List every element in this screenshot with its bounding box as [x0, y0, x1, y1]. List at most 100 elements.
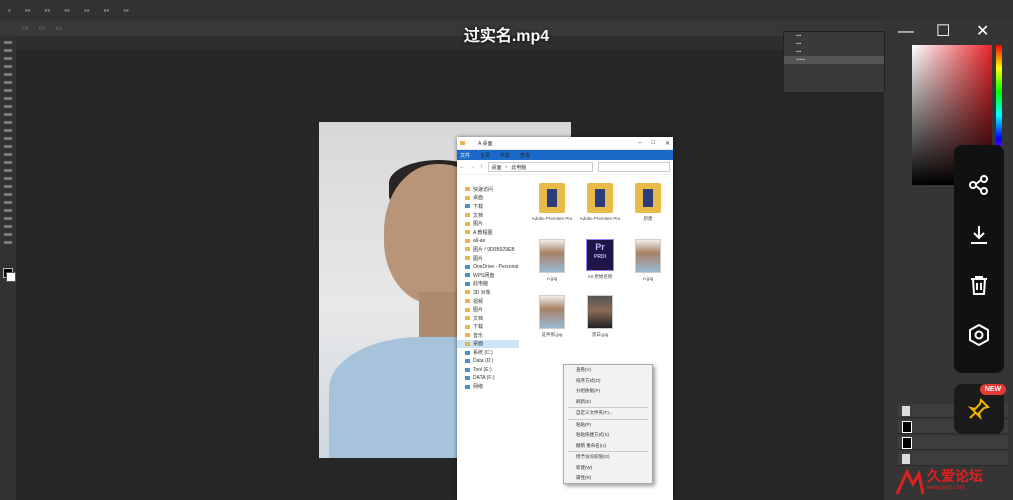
nav-item[interactable]: 此电脑 — [457, 280, 519, 289]
tool-button[interactable] — [4, 97, 12, 100]
forward-icon[interactable]: → — [470, 164, 475, 170]
tool-button[interactable] — [4, 105, 12, 108]
history-state-active[interactable]: ▪▪▪▪▪ — [784, 56, 884, 64]
nav-item[interactable]: 系统 (C:) — [457, 348, 519, 357]
nav-item[interactable]: 下载 — [457, 202, 519, 211]
tool-button[interactable] — [4, 169, 12, 172]
back-icon[interactable]: ← — [460, 164, 465, 170]
nav-item[interactable]: 图片 — [457, 254, 519, 263]
tool-button[interactable] — [4, 241, 12, 244]
file-item[interactable]: 新建 — [627, 183, 669, 222]
tool-button[interactable] — [4, 177, 12, 180]
tool-button[interactable] — [4, 81, 12, 84]
tool-button[interactable] — [4, 129, 12, 132]
maximize-video-button[interactable]: ☐ — [936, 24, 950, 40]
maximize-button[interactable]: □ — [651, 140, 655, 147]
context-menu-item[interactable]: 撤销 重命名(U) — [564, 441, 652, 452]
breadcrumb-pc[interactable]: 此电脑 — [511, 164, 526, 171]
nav-item[interactable]: DATA (F:) — [457, 374, 519, 383]
menu-item[interactable]: ▪▪ — [45, 6, 51, 15]
tool-button[interactable] — [4, 233, 12, 236]
context-menu-item[interactable]: 粘贴(P) — [564, 420, 652, 431]
menu-item[interactable]: ▪▪ — [25, 6, 31, 15]
context-menu-item[interactable]: 分组依据(P) — [564, 386, 652, 397]
tool-button[interactable] — [4, 57, 12, 60]
up-icon[interactable]: ↑ — [480, 164, 483, 170]
context-menu-item[interactable]: 刷新(E) — [564, 397, 652, 408]
nav-item[interactable]: 3D 对象 — [457, 288, 519, 297]
tool-button[interactable] — [4, 185, 12, 188]
menu-item[interactable]: ▪▪ — [64, 6, 70, 15]
tool-button[interactable] — [4, 121, 12, 124]
search-input[interactable] — [598, 162, 670, 172]
download-button[interactable] — [954, 215, 1004, 255]
nav-item[interactable]: 文档 — [457, 314, 519, 323]
context-menu-item[interactable]: 排序方式(O) — [564, 376, 652, 387]
ribbon-tab-file[interactable]: 文件 — [460, 152, 470, 159]
share-button[interactable] — [954, 165, 1004, 205]
nav-item[interactable]: 视频 — [457, 297, 519, 306]
nav-item[interactable]: 桌面 — [457, 194, 519, 203]
menu-item[interactable]: ▪▪ — [123, 6, 129, 15]
file-item[interactable]: A.jpg — [531, 239, 573, 282]
tool-button[interactable] — [4, 201, 12, 204]
context-menu-item[interactable]: 自定义文件夹(F)... — [564, 408, 652, 419]
tool-button[interactable] — [4, 89, 12, 92]
ribbon-tab-share[interactable]: 共享 — [500, 152, 510, 159]
nav-item[interactable]: A 教程图 — [457, 228, 519, 237]
nav-item[interactable]: WPS网盘 — [457, 271, 519, 280]
tool-button[interactable] — [4, 113, 12, 116]
layer-row[interactable] — [898, 436, 1008, 450]
nav-item[interactable]: 音乐 — [457, 331, 519, 340]
menu-item[interactable]: ▪▪ — [104, 6, 110, 15]
context-menu-item[interactable]: 查看(V) — [564, 365, 652, 376]
nav-item[interactable]: 快速访问 — [457, 185, 519, 194]
file-item[interactable]: Pr PRDI A0 原始名称 — [579, 239, 621, 280]
close-button[interactable]: ✕ — [665, 140, 670, 147]
background-color-swatch[interactable] — [6, 272, 16, 282]
nav-item[interactable]: Data (D:) — [457, 357, 519, 366]
nav-item[interactable]: Tool (E:) — [457, 365, 519, 374]
nav-item[interactable]: OneDrive - Personal — [457, 262, 519, 271]
context-menu-item[interactable]: 粘贴快捷方式(S) — [564, 430, 652, 441]
ribbon-tab-home[interactable]: 主页 — [480, 152, 490, 159]
tool-button[interactable] — [4, 49, 12, 52]
tool-button[interactable] — [4, 73, 12, 76]
file-item[interactable]: 证件照.jpg — [531, 295, 573, 338]
history-state[interactable]: ▪▪▪ — [784, 48, 884, 56]
tool-button[interactable] — [4, 193, 12, 196]
tool-button[interactable] — [4, 145, 12, 148]
nav-item[interactable]: 图片 / 9D0B929EB — [457, 245, 519, 254]
address-bar[interactable]: 桌面 › 此电脑 — [487, 162, 593, 172]
tool-button[interactable] — [4, 161, 12, 164]
context-menu-item[interactable]: 新建(W) — [564, 463, 652, 474]
tool-button[interactable] — [4, 217, 12, 220]
ribbon-tab-view[interactable]: 查看 — [520, 152, 530, 159]
breadcrumb-desktop[interactable]: 桌面 — [492, 164, 502, 171]
menu-item[interactable]: ▪▪ — [84, 6, 90, 15]
nav-item[interactable]: 文档 — [457, 211, 519, 220]
nav-item[interactable]: all-ae — [457, 237, 519, 246]
nav-item[interactable]: 桌面 — [457, 339, 519, 349]
minimize-button[interactable]: – — [638, 140, 641, 147]
nav-item[interactable]: 图片 — [457, 219, 519, 228]
context-menu-item[interactable]: 属性(R) — [564, 473, 652, 484]
delete-button[interactable] — [954, 265, 1004, 305]
minimize-video-button[interactable]: — — [898, 24, 914, 40]
tool-button[interactable] — [4, 65, 12, 68]
tool-button[interactable] — [4, 225, 12, 228]
tool-button[interactable] — [4, 153, 12, 156]
nav-item[interactable]: 图片 — [457, 305, 519, 314]
file-item[interactable]: A.jpg — [627, 239, 669, 282]
nav-item[interactable]: 下载 — [457, 323, 519, 332]
menu-item[interactable]: ▪ — [8, 6, 11, 15]
file-item[interactable]: Adobe Premiere Pro — [579, 183, 621, 222]
context-menu-item[interactable]: 授予访问权限(G) — [564, 452, 652, 463]
nav-item[interactable]: 网络 — [457, 383, 519, 392]
close-video-button[interactable]: ✕ — [976, 24, 989, 40]
record-button[interactable] — [954, 315, 1004, 355]
file-item[interactable]: 黑白.jpg — [579, 295, 621, 338]
file-item[interactable]: Adobe Premiere Pro — [531, 183, 573, 222]
tool-button[interactable] — [4, 137, 12, 140]
tool-button[interactable] — [4, 209, 12, 212]
